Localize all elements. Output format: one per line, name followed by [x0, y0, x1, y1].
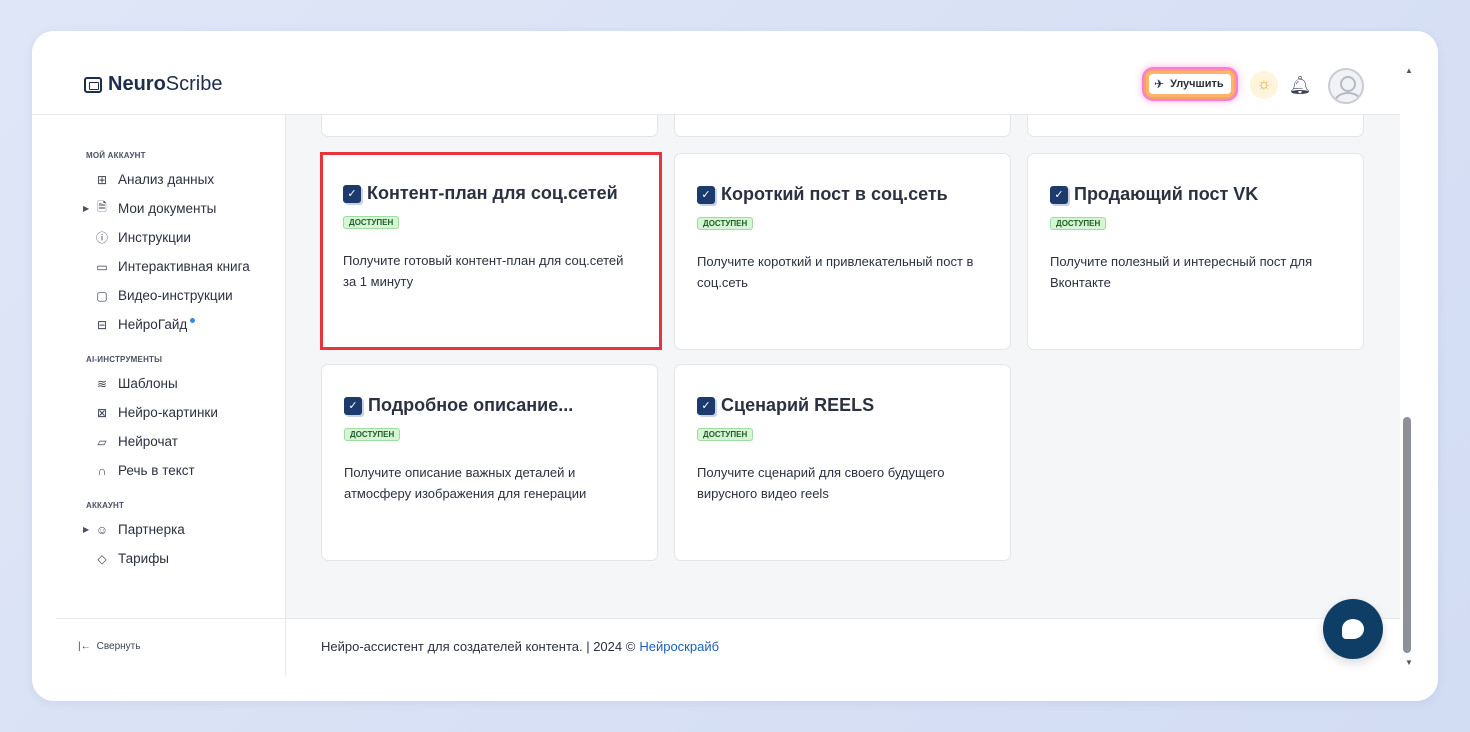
section-title-my-account: МОЙ АККАУНТ — [86, 151, 146, 160]
sidebar-item-label: Нейро-картинки — [118, 405, 218, 420]
video-icon: ▢ — [96, 288, 108, 303]
chat-icon: ▱ — [97, 434, 107, 449]
scroll-down-arrow-icon[interactable]: ▼ — [1405, 658, 1413, 667]
sidebar-item-label: Инструкции — [118, 230, 191, 245]
help-icon: ⓘ — [95, 231, 108, 245]
upgrade-label: Улучшить — [1170, 78, 1224, 90]
tag-icon: ◇ — [97, 551, 107, 566]
sidebar-item-neurochat[interactable]: ▱ Нейрочат — [56, 427, 285, 456]
status-badge: ДОСТУПЕН — [697, 217, 754, 230]
guide-icon: ⊟ — [96, 317, 108, 332]
collapse-label: Свернуть — [96, 641, 141, 652]
checkbox-icon: ✓ — [697, 396, 715, 415]
card-description: Получите готовый контент-план для соц.се… — [343, 253, 624, 289]
avatar[interactable] — [1328, 68, 1364, 104]
checkbox-icon: ✓ — [697, 185, 715, 204]
card-title: Продающий пост VK — [1074, 184, 1259, 204]
logo-icon — [84, 76, 102, 93]
scroll-up-arrow-icon[interactable]: ▲ — [1405, 66, 1413, 75]
template-card-content-plan[interactable]: ✓ Контент-план для соц.сетей ДОСТУПЕН По… — [320, 152, 662, 350]
users-icon: ☺ — [95, 522, 109, 537]
sidebar-item-interactive-book[interactable]: ▭ Интерактивная книга — [56, 252, 285, 281]
caret-right-icon[interactable]: ▶ — [83, 525, 89, 534]
page-footer: Нейро-ассистент для создателей контента.… — [286, 618, 1400, 674]
book-icon: ▭ — [96, 259, 108, 274]
sidebar-item-neuroguide[interactable]: ⊟ НейроГайд — [56, 310, 285, 339]
card-title: Подробное описание... — [368, 395, 574, 415]
theme-toggle-sun-icon[interactable]: ☼ — [1250, 71, 1278, 99]
sidebar-item-label: НейроГайд — [118, 317, 188, 332]
card-partial[interactable] — [674, 115, 1011, 137]
top-header: NeuroScribe ✈ Улучшить ☼ 🔔︎ — [32, 31, 1400, 115]
sidebar: МОЙ АККАУНТ ⊞ Анализ данных ▶ 🗎︎ Мои док… — [56, 115, 286, 675]
scrollbar-thumb[interactable] — [1403, 417, 1411, 653]
status-badge: ДОСТУПЕН — [697, 428, 754, 441]
card-description: Получите полезный и интересный пост для … — [1050, 254, 1313, 290]
image-icon: ⊠ — [96, 405, 108, 420]
card-description: Получите сценарий для своего будущего ви… — [697, 465, 945, 501]
collapse-icon: |← — [78, 641, 91, 652]
checkbox-icon: ✓ — [1050, 185, 1068, 204]
document-icon: 🗎︎ — [97, 200, 107, 214]
card-title: Контент-план для соц.сетей — [367, 183, 618, 203]
card-description: Получите описание важных деталей и атмос… — [344, 465, 587, 501]
sidebar-item-label: Нейрочат — [118, 434, 178, 449]
rocket-icon: ✈ — [1154, 77, 1165, 91]
section-title-account: АККАУНТ — [86, 501, 125, 510]
chat-bubble-icon — [1342, 619, 1364, 639]
sidebar-item-label: Интерактивная книга — [118, 259, 250, 274]
checkbox-icon: ✓ — [343, 184, 361, 203]
card-description: Получите короткий и привлекательный пост… — [697, 254, 974, 290]
sidebar-item-partners[interactable]: ▶ ☺ Партнерка — [56, 515, 285, 544]
sidebar-item-label: Мои документы — [118, 201, 217, 216]
logo[interactable]: NeuroScribe — [84, 73, 223, 96]
status-badge: ДОСТУПЕН — [344, 428, 401, 441]
card-partial[interactable] — [321, 115, 658, 137]
sidebar-item-label: Речь в текст — [118, 463, 195, 478]
template-card-reels-script[interactable]: ✓ Сценарий REELS ДОСТУПЕН Получите сцена… — [674, 364, 1011, 561]
sidebar-item-my-documents[interactable]: ▶ 🗎︎ Мои документы — [56, 194, 285, 223]
sidebar-item-label: Анализ данных — [118, 172, 215, 187]
support-chat-button[interactable] — [1323, 599, 1383, 659]
layers-icon: ≋ — [96, 376, 108, 391]
template-card-vk-post[interactable]: ✓ Продающий пост VK ДОСТУПЕН Получите по… — [1027, 153, 1364, 350]
sidebar-item-neuro-images[interactable]: ⊠ Нейро-картинки — [56, 398, 285, 427]
sidebar-item-templates[interactable]: ≋ Шаблоны — [56, 369, 285, 398]
upgrade-button[interactable]: ✈ Улучшить — [1144, 69, 1236, 99]
status-badge: ДОСТУПЕН — [1050, 217, 1107, 230]
bell-icon[interactable]: 🔔︎ — [1288, 73, 1312, 97]
sidebar-item-label: Тарифы — [118, 551, 170, 566]
sidebar-item-label: Партнерка — [118, 522, 185, 537]
template-card-short-post[interactable]: ✓ Короткий пост в соц.сеть ДОСТУПЕН Полу… — [674, 153, 1011, 350]
templates-grid: ✓ Контент-план для соц.сетей ДОСТУПЕН По… — [286, 115, 1400, 618]
headphones-icon: ∩ — [97, 463, 107, 478]
sidebar-item-tariffs[interactable]: ◇ Тарифы — [56, 544, 285, 573]
status-badge: ДОСТУПЕН — [343, 216, 400, 229]
app-window: NeuroScribe ✈ Улучшить ☼ 🔔︎ МОЙ АККАУНТ … — [32, 31, 1438, 701]
grid-icon: ⊞ — [96, 172, 108, 187]
section-title-ai-tools: AI-ИНСТРУМЕНТЫ — [86, 355, 163, 364]
sidebar-item-instructions[interactable]: ⓘ Инструкции — [56, 223, 285, 252]
template-card-detailed-description[interactable]: ✓ Подробное описание... ДОСТУПЕН Получит… — [321, 364, 658, 561]
card-title: Сценарий REELS — [721, 395, 875, 415]
checkbox-icon: ✓ — [344, 396, 362, 415]
footer-text: Нейро-ассистент для создателей контента.… — [321, 639, 636, 654]
card-partial[interactable] — [1027, 115, 1364, 137]
logo-text: NeuroScribe — [108, 73, 223, 95]
sidebar-item-video-instructions[interactable]: ▢ Видео-инструкции — [56, 281, 285, 310]
footer-brand-link[interactable]: Нейроскрайб — [639, 639, 719, 654]
sidebar-item-data-analysis[interactable]: ⊞ Анализ данных — [56, 165, 285, 194]
sidebar-item-speech-to-text[interactable]: ∩ Речь в текст — [56, 456, 285, 485]
card-title: Короткий пост в соц.сеть — [721, 184, 948, 204]
sidebar-item-label: Видео-инструкции — [118, 288, 233, 303]
sidebar-item-label: Шаблоны — [118, 376, 178, 391]
collapse-sidebar-button[interactable]: |← Свернуть — [56, 618, 286, 674]
caret-right-icon[interactable]: ▶ — [83, 204, 89, 213]
notification-dot — [190, 318, 196, 323]
